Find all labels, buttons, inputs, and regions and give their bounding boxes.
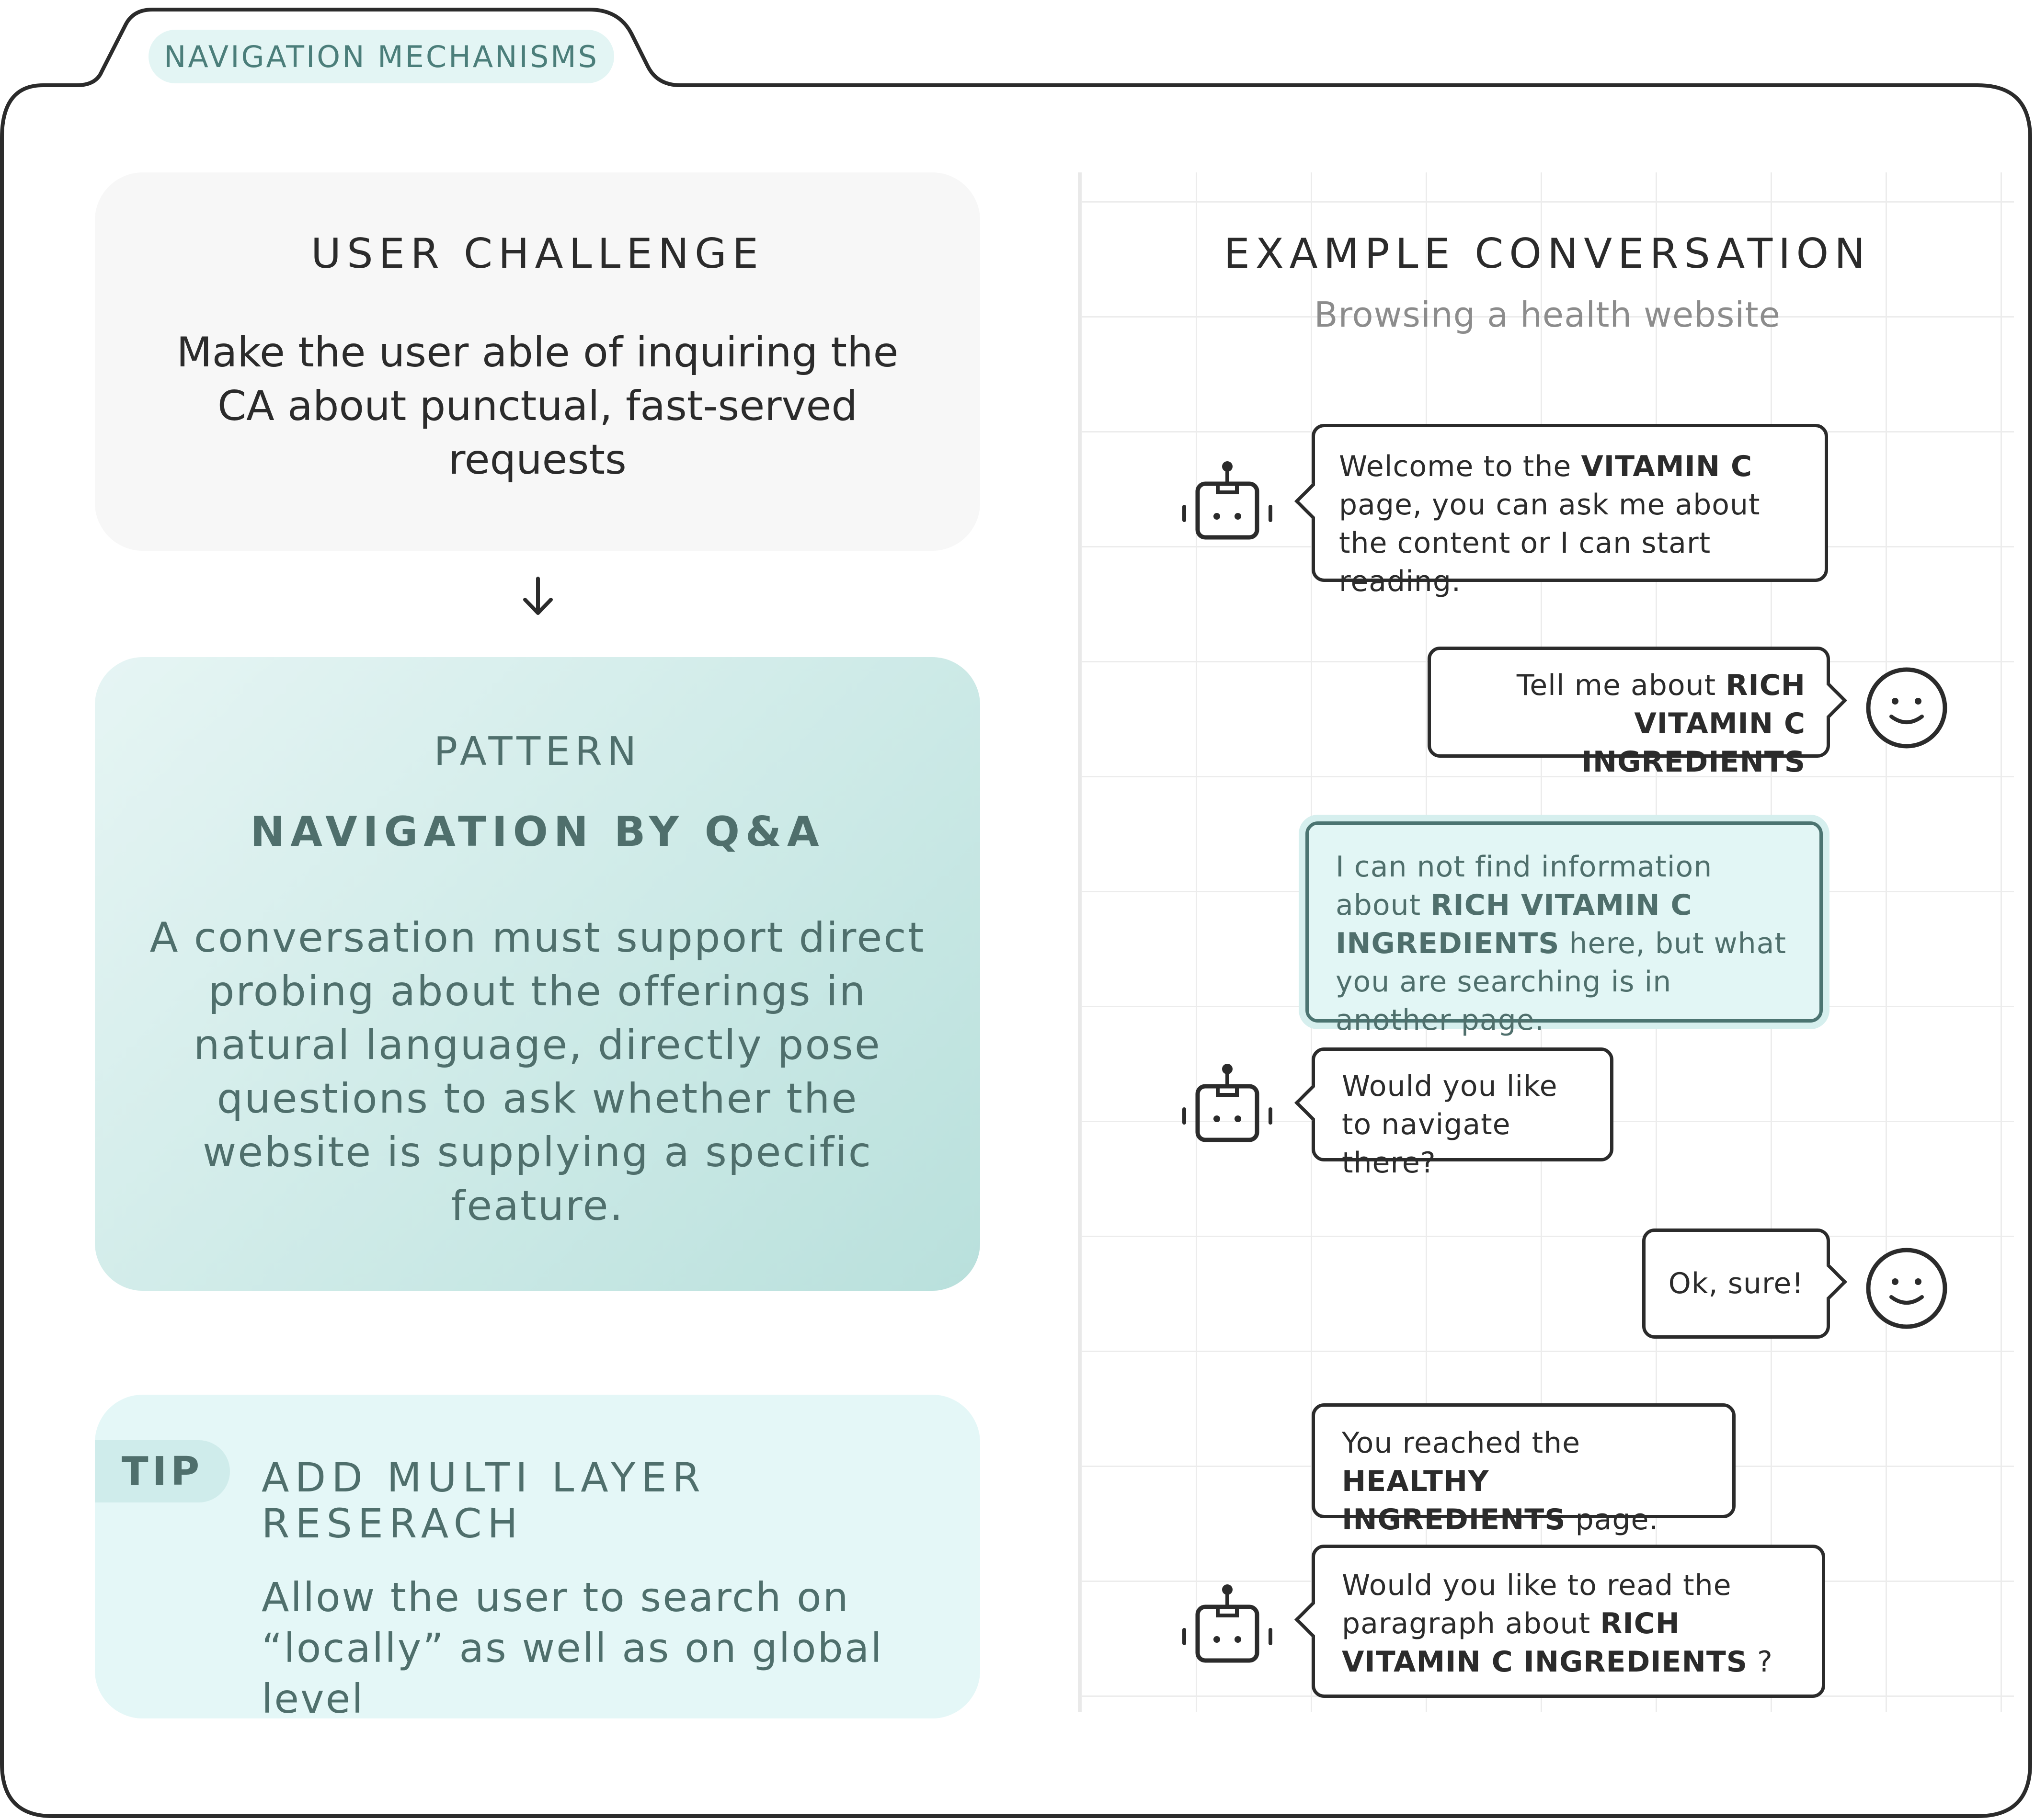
tip-title: ADD MULTI LAYER RESERACH <box>262 1454 706 1547</box>
bot-message-5: Would you like to read the paragraph abo… <box>1312 1545 1825 1698</box>
tip-badge: TIP <box>95 1440 230 1502</box>
user-message-1: Tell me about RICH VITAMIN C INGREDIENTS <box>1428 647 1830 779</box>
tip-card: TIP ADD MULTI LAYER RESERACH Allow the u… <box>95 1395 980 1722</box>
bot-message-2-highlighted: I can not find information about RICH VI… <box>1305 821 1823 1037</box>
user-challenge-card: USER CHALLENGE Make the user able of inq… <box>95 172 980 551</box>
user-message-2: Ok, sure! <box>1642 1228 1830 1339</box>
pattern-kicker: PATTERN <box>434 729 641 774</box>
tip-text: Allow the user to search on “locally” as… <box>262 1574 883 1722</box>
robot-icon <box>1182 1064 1272 1142</box>
bot-message-4: You reached the HEALTHY INGREDIENTS page… <box>1312 1403 1736 1536</box>
section-tab-label: NAVIGATION MECHANISMS <box>149 30 614 83</box>
column-divider <box>1078 172 1081 1712</box>
pattern-card: PATTERN NAVIGATION BY Q&A A conversation… <box>95 657 980 1291</box>
robot-icon <box>1182 461 1272 540</box>
pattern-description: A conversation must support direct probi… <box>149 914 926 1230</box>
arrow-down-icon <box>523 577 553 615</box>
robot-icon <box>1182 1584 1272 1663</box>
pattern-title: NAVIGATION BY Q&A <box>250 808 825 856</box>
smiley-face-icon <box>1866 667 1947 749</box>
smiley-face-icon <box>1866 1248 1947 1329</box>
user-challenge-heading: USER CHALLENGE <box>311 230 764 278</box>
bot-message-1: Welcome to the VITAMIN C page, you can a… <box>1312 424 1828 598</box>
user-challenge-text: Make the user able of inquiring the CA a… <box>176 329 899 484</box>
conversation-subtitle: Browsing a health website <box>1314 295 1781 335</box>
conversation-heading: EXAMPLE CONVERSATION <box>1223 230 1871 278</box>
bot-message-3: Would you like to navigate there? <box>1312 1047 1613 1180</box>
